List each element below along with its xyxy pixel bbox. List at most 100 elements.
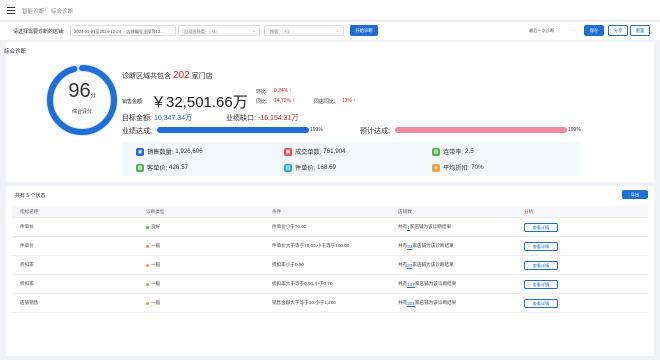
store-count-link[interactable]: 107 (407, 282, 415, 287)
forecast-progress-fill (395, 127, 567, 133)
store-count-text: 共有 107 家店铺为该诊断结果 (398, 281, 457, 287)
store-count-text: 共有 1 家店铺为该诊断结果 (398, 224, 452, 230)
metric-name: 店铺销售 (20, 300, 39, 305)
metric-name: 折扣率 (20, 262, 34, 267)
condition: 件单价大于等于70.00,小于等于100.00 (272, 243, 350, 248)
brand-select[interactable]: 按客 +1 ⌄ (264, 25, 344, 36)
item-price-icon: ▥ (284, 163, 292, 172)
achieve-label: 业绩达成: (122, 128, 152, 135)
store-count-line: 诊断区域共包含 202 家门店 (122, 70, 213, 81)
mom-value: 0.24% ↑ (274, 88, 293, 94)
chevron-down-icon: ⌄ (251, 28, 256, 34)
stats-box: ◉ 销售数量: 1,926,606 ▣ 成交单数: 761,904 ▤ 连带率:… (122, 142, 580, 176)
gap-label: 业绩缺口: (226, 115, 256, 122)
store-yoy-value: 13% ↑ (342, 98, 356, 104)
target-value: 16,347.34万 (154, 115, 193, 122)
table-header: 指标名称 诊断类型 条件 店铺数 分析 (12, 206, 648, 218)
recent-diagnosis-select[interactable]: 最后一次诊断 ⌄ (526, 25, 578, 36)
cart-icon: ◉ (136, 147, 144, 156)
table-row: 折扣率 一般 折扣率大于等于0.50,小于0.70 共有 107 家店铺为该诊断结果 查… (12, 275, 648, 294)
stat-orders: ▣ 成交单数: 761,904 (284, 147, 346, 156)
achieve-percent: 199% (310, 127, 323, 133)
sales-label: 销售金额: (122, 99, 144, 105)
table-row: 件单价 良好 件单价小于70.00 共有 1 家店铺为该诊断结果 查看详情 (12, 218, 648, 237)
store-count-link[interactable]: 201 (407, 301, 415, 306)
diagnose-button[interactable]: 开始诊断 (350, 25, 378, 36)
brand-tag: 按客 (268, 29, 281, 35)
store-yoy-label: 同店同比: (314, 99, 336, 105)
metric-name: 折扣率 (20, 281, 34, 286)
status-table-panel: 共有 5 个状态 导出 指标名称 诊断类型 条件 店铺数 分析 件单价 良好 件单价… (6, 186, 654, 356)
metric-name: 件单价 (20, 243, 34, 248)
status-dot (146, 282, 149, 286)
analysis-cell: 查看详情 (524, 275, 558, 293)
category-tag: 自动选择类 (182, 29, 207, 35)
score-value: 96分 (68, 80, 96, 102)
table-title: 共有 5 个状态 (15, 193, 46, 199)
score-gauge: 96分 综合评分 (44, 62, 120, 138)
diagnosis-type: 一般 (146, 294, 160, 312)
analysis-cell: 查看详情 (524, 294, 558, 312)
share-button[interactable]: 分享 (608, 25, 628, 36)
table-body: 件单价 良好 件单价小于70.00 共有 1 家店铺为该诊断结果 查看详情 件单价 一般 件单… (12, 218, 648, 313)
stat-discount: ◈ 平均折扣: 70% (432, 163, 484, 172)
breadcrumb-item-diagnosis[interactable]: 智能诊断 (22, 7, 44, 15)
diagnosis-type: 一般 (146, 275, 160, 293)
status-table: 指标名称 诊断类型 条件 店铺数 分析 件单价 良好 件单价小于70.00 共有 1 … (12, 206, 648, 313)
date-range-picker[interactable]: 2024-01-01至2024-12-24 店铺编号全部等13... (70, 25, 176, 36)
export-button[interactable]: 导出 (622, 190, 648, 199)
discount-icon: ◈ (432, 163, 440, 172)
filter-label: 请选择需要诊断的店铺: (13, 29, 65, 35)
status-dot (146, 263, 149, 267)
target-label: 目标金额: (122, 115, 152, 122)
shop-select-value: 店铺编号全部等13... (126, 29, 164, 34)
view-details-button[interactable]: 查看详情 (524, 241, 558, 251)
diagnosis-type: 一般 (146, 256, 160, 274)
gap-value: -16,154.31万 (258, 115, 299, 122)
view-details-button[interactable]: 查看详情 (524, 222, 558, 232)
status-dot (146, 244, 149, 248)
top-bar: 智能诊断 / 综合诊断 (0, 0, 660, 21)
diagnosis-type: 一般 (146, 237, 160, 255)
summary-panel: 综合诊断 96分 综合评分 诊断区域共包含 202 家门店 销售金额: ￥32,… (4, 42, 654, 182)
summary-title: 综合诊断 (4, 49, 27, 55)
breadcrumb-item-current: 综合诊断 (51, 9, 74, 15)
condition: 销售金额大于等于10,小于1,200 (272, 300, 336, 305)
save-button[interactable]: 保存 (584, 25, 604, 36)
yoy-label: 同比: (256, 99, 268, 105)
breadcrumb-separator: / (45, 7, 47, 13)
recent-diagnosis-value: 最后一次诊断 (529, 28, 555, 33)
analysis-cell: 查看详情 (524, 256, 558, 274)
status-dot (146, 225, 149, 229)
analysis-cell: 查看详情 (524, 237, 558, 255)
condition: 折扣率小于0.50 (272, 262, 304, 267)
view-details-button[interactable]: 查看详情 (524, 298, 558, 308)
category-count-tag: +1 (208, 29, 218, 34)
col-header-store-count: 店铺数 (398, 208, 412, 214)
view-details-button[interactable]: 查看详情 (524, 260, 558, 270)
col-header-analysis: 分析 (524, 208, 534, 214)
store-count: 202 (172, 70, 190, 81)
menu-toggle-icon[interactable] (7, 7, 15, 14)
view-details-button[interactable]: 查看详情 (524, 279, 558, 289)
achieve-progress-bar (157, 127, 309, 133)
store-count-text: 共有 33 家店铺为该诊断结果 (398, 262, 454, 268)
achieve-progress-fill (157, 127, 309, 133)
stat-item-price: ▥ 件单价: 168.69 (284, 163, 336, 172)
score-label: 综合评分 (71, 109, 92, 115)
forecast-label: 预计达成: (360, 128, 390, 135)
col-header-metric: 指标名称 (20, 208, 39, 214)
stat-attach-rate: ▤ 连带率: 2.5 (432, 147, 474, 156)
reset-button[interactable]: 重置 (630, 25, 650, 36)
date-range-value: 2024-01-01至2024-12-24 (74, 29, 122, 34)
forecast-progress-bar (395, 127, 567, 133)
store-count-text: 共有 33 家店铺为该诊断结果 (398, 243, 454, 249)
store-count-text: 共有 201 家店铺为该诊断结果 (398, 300, 457, 306)
table-row: 件单价 一般 件单价大于等于70.00,小于等于100.00 共有 33 家店铺为该诊… (12, 237, 648, 256)
sales-value: ￥32,501.66万 (151, 94, 248, 111)
col-header-condition: 条件 (272, 208, 282, 214)
category-select[interactable]: 自动选择类 +1 ⌄ (178, 25, 260, 36)
analysis-cell: 查看详情 (524, 218, 558, 236)
link-icon: ▤ (432, 147, 440, 156)
stat-customer-price: ▦ 客单价: 426.57 (136, 163, 188, 172)
